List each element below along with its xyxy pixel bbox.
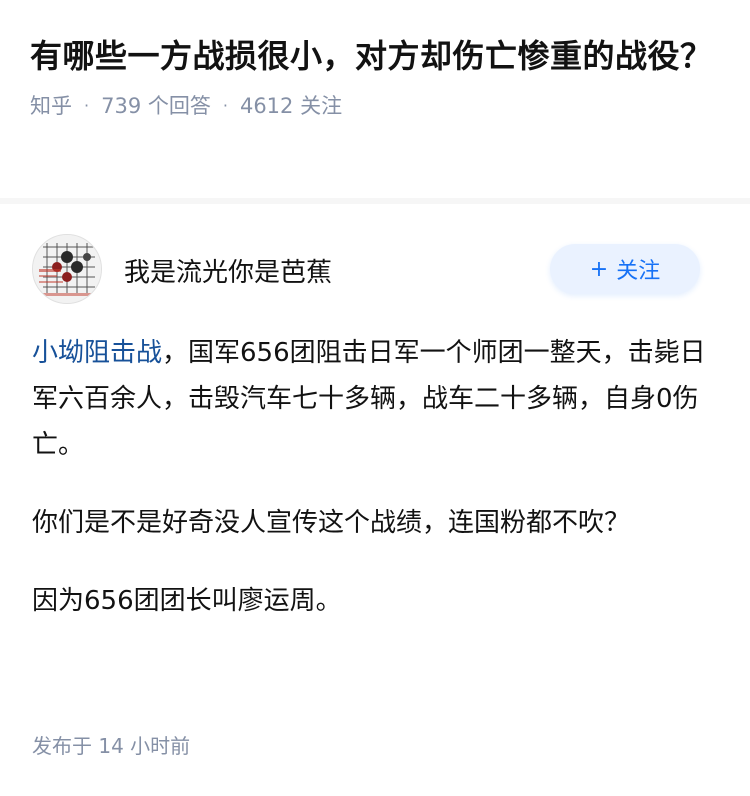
meta-separator: · <box>222 95 228 115</box>
answer-paragraph: 因为656团团长叫廖运周。 <box>32 586 342 616</box>
question-meta: 知乎 · 739 个回答 · 4612 关注 <box>30 90 720 120</box>
chess-board-avatar-icon <box>33 235 101 303</box>
plus-icon: + <box>589 256 609 282</box>
follower-count: 4612 关注 <box>239 94 343 118</box>
follow-button-label: 关注 <box>616 259 661 284</box>
section-divider <box>0 198 750 204</box>
question-title[interactable]: 有哪些一方战损很小，对方却伤亡惨重的战役？ <box>30 32 720 80</box>
author-name[interactable]: 我是流光你是芭蕉 <box>124 252 332 289</box>
meta-separator: · <box>84 95 90 115</box>
answer-count[interactable]: 739 个回答 <box>101 90 211 120</box>
answer-body: 小坳阻击战，国军656团阻击日军一个师团一整天，击毙日军六百余人，击毁汽车七十多… <box>32 330 718 656</box>
follow-button[interactable]: + 关注 <box>550 244 700 294</box>
answer-paragraph: 你们是不是好奇没人宣传这个战绩，连国粉都不吹？ <box>32 508 631 538</box>
author-row: 我是流光你是芭蕉 + 关注 <box>32 234 700 308</box>
answer-paragraph: 小坳阻击战，国军656团阻击日军一个师团一整天，击毙日军六百余人，击毁汽车七十多… <box>32 330 718 468</box>
source-label[interactable]: 知乎 <box>30 90 72 120</box>
question-header: 有哪些一方战损很小，对方却伤亡惨重的战役？ 知乎 · 739 个回答 · 461… <box>0 0 750 162</box>
avatar[interactable] <box>32 234 102 304</box>
battle-link[interactable]: 小坳阻击战 <box>32 338 162 368</box>
publish-time: 发布于 14 小时前 <box>32 734 191 758</box>
